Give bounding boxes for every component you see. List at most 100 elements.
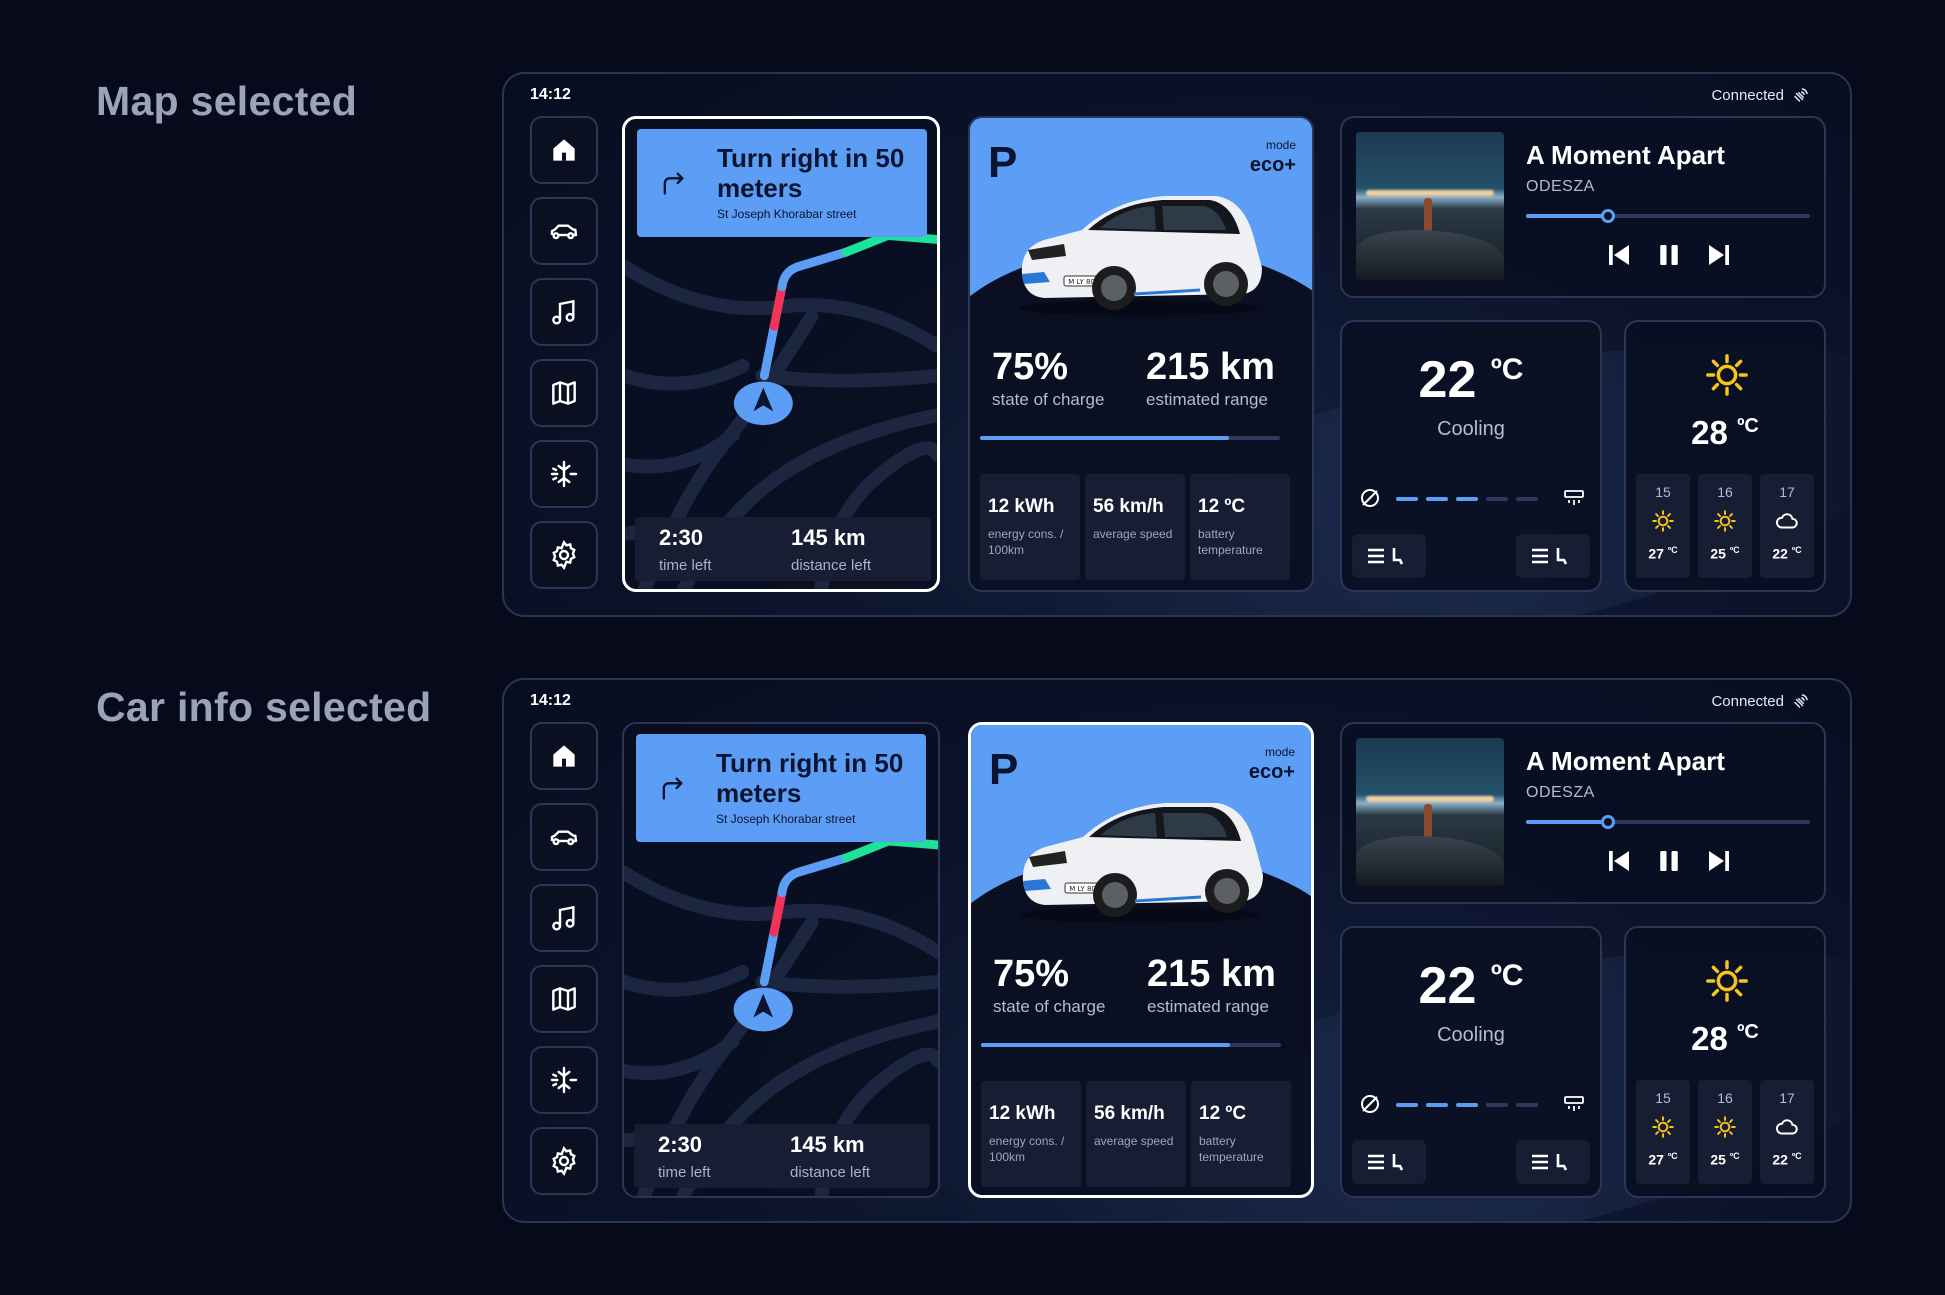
seat-heat-icon <box>1368 1154 1404 1171</box>
fan-level-segment[interactable] <box>1486 1103 1508 1107</box>
cloud-icon <box>1775 1119 1798 1135</box>
car-info-card[interactable]: P mode eco+ M LY 8002 75% state of charg… <box>968 722 1314 1198</box>
next-track-icon[interactable] <box>1704 846 1734 876</box>
dashboard-screen: 14:12 Connected Turn right in 50 meters … <box>502 678 1852 1223</box>
weather-card[interactable]: 28 ºC 15 27 ºC 16 25 ºC 17 22 ºC <box>1624 926 1826 1198</box>
progress-knob[interactable] <box>1601 815 1616 829</box>
fan-level-segment[interactable] <box>1516 497 1538 501</box>
cabin-temperature: 22 ºC <box>1342 956 1600 1016</box>
fan-level-segment[interactable] <box>1426 1103 1448 1107</box>
temperature-unit: ºC <box>1667 1151 1678 1161</box>
nav-climate-button[interactable] <box>530 1046 598 1114</box>
home-icon <box>553 745 575 767</box>
seat-heating-right-button[interactable] <box>1516 534 1590 578</box>
nav-settings-button[interactable] <box>530 521 598 589</box>
forecast-temp-value: 27 <box>1648 1151 1664 1168</box>
nav-car-button[interactable] <box>530 197 598 265</box>
fan-icon[interactable] <box>1562 486 1586 510</box>
nav-music-button[interactable] <box>530 884 598 952</box>
track-progress[interactable] <box>1526 815 1810 829</box>
temperature-unit: ºC <box>1791 545 1802 555</box>
track-title: A Moment Apart <box>1526 140 1725 170</box>
progress-knob[interactable] <box>1601 209 1616 223</box>
fan-level-segment[interactable] <box>1396 1103 1418 1107</box>
mode-label: mode <box>1265 138 1296 152</box>
track-title: A Moment Apart <box>1526 746 1725 776</box>
pause-icon[interactable] <box>1654 846 1684 876</box>
side-nav <box>530 722 598 1208</box>
nav-car-button[interactable] <box>530 803 598 871</box>
distance-left-value: 145 km <box>791 525 866 550</box>
nav-home-button[interactable] <box>530 116 598 184</box>
nav-home-button[interactable] <box>530 722 598 790</box>
track-progress[interactable] <box>1526 209 1810 223</box>
seat-heat-icon <box>1532 1154 1568 1171</box>
charge-value: 75% <box>993 953 1070 995</box>
fan-level-segment[interactable] <box>1456 497 1478 501</box>
cloud-icon <box>1775 513 1798 529</box>
climate-card[interactable]: 22 ºC Cooling <box>1340 320 1602 592</box>
fan-level-segment[interactable] <box>1426 497 1448 501</box>
clock: 14:12 <box>530 692 571 709</box>
distance-left-label: distance left <box>790 1164 871 1181</box>
seat-heating-right-button[interactable] <box>1516 1140 1590 1184</box>
nav-settings-button[interactable] <box>530 1127 598 1195</box>
nav-climate-button[interactable] <box>530 440 598 508</box>
charge-label: state of charge <box>992 390 1105 409</box>
map-card[interactable]: Turn right in 50 meters St Joseph Khorab… <box>622 116 940 592</box>
fan-icon[interactable] <box>1562 1092 1586 1116</box>
forecast-date: 16 <box>1717 484 1733 500</box>
fan-speed-control[interactable] <box>1358 1092 1586 1118</box>
temperature-unit: ºC <box>1490 353 1524 386</box>
stat-value: 12 ºC <box>1199 1103 1247 1124</box>
climate-status: Cooling <box>1437 418 1505 440</box>
fan-speed-control[interactable] <box>1358 486 1586 512</box>
map-card[interactable]: Turn right in 50 meters St Joseph Khorab… <box>622 722 940 1198</box>
car-info-card[interactable]: P mode eco+ M LY 8002 75% state of charg… <box>968 116 1314 592</box>
fan-level-segment[interactable] <box>1396 497 1418 501</box>
outside-temperature: 28 ºC <box>1626 1020 1824 1058</box>
weather-card[interactable]: 28 ºC 15 27 ºC 16 25 ºC 17 22 ºC <box>1624 320 1826 592</box>
charge-value: 75% <box>992 346 1069 388</box>
connected-icon <box>1794 88 1808 102</box>
charge-bar-fill <box>980 436 1229 440</box>
music-player-card[interactable]: A Moment Apart ODESZA <box>1340 722 1826 904</box>
nav-map-button[interactable] <box>530 965 598 1033</box>
music-icon <box>552 299 575 325</box>
forecast-date: 17 <box>1779 1090 1795 1106</box>
energy-consumption-stat: 12 kWh energy cons. / 100km <box>981 1081 1081 1187</box>
stat-label: average speed <box>1094 1134 1174 1148</box>
previous-track-icon[interactable] <box>1604 240 1634 270</box>
music-icon <box>552 905 575 931</box>
music-player-card[interactable]: A Moment Apart ODESZA <box>1340 116 1826 298</box>
temperature-unit: ºC <box>1729 1151 1740 1161</box>
fan-level-segment[interactable] <box>1486 497 1508 501</box>
connection-status: Connected <box>1711 86 1810 104</box>
street-name: St Joseph Khorabar street <box>717 207 857 221</box>
energy-consumption-stat: 12 kWh energy cons. / 100km <box>980 474 1080 580</box>
track-artist: ODESZA <box>1526 784 1595 801</box>
fan-off-icon[interactable] <box>1358 1092 1382 1116</box>
climate-card[interactable]: 22 ºC Cooling <box>1340 926 1602 1198</box>
nav-music-button[interactable] <box>530 278 598 346</box>
nav-map-button[interactable] <box>530 359 598 427</box>
track-progress-fill <box>1526 820 1609 824</box>
forecast-temp-value: 25 <box>1710 545 1726 562</box>
next-track-icon[interactable] <box>1704 240 1734 270</box>
previous-track-icon[interactable] <box>1604 846 1634 876</box>
seat-heating-left-button[interactable] <box>1352 534 1426 578</box>
forecast-date: 15 <box>1655 484 1671 500</box>
fan-off-icon[interactable] <box>1358 486 1382 510</box>
fan-level-segment[interactable] <box>1516 1103 1538 1107</box>
charge-label: state of charge <box>993 997 1106 1016</box>
turn-right-icon <box>663 172 684 195</box>
climate-icon <box>550 1066 578 1094</box>
fan-level-segment[interactable] <box>1456 1103 1478 1107</box>
section-heading: Map selected <box>96 78 358 124</box>
seat-heating-left-button[interactable] <box>1352 1140 1426 1184</box>
forecast-date: 16 <box>1717 1090 1733 1106</box>
forecast-day: 16 25 ºC <box>1698 1080 1752 1184</box>
forecast-temperature: 25 ºC <box>1698 545 1752 562</box>
forecast-temp-value: 25 <box>1710 1151 1726 1168</box>
pause-icon[interactable] <box>1654 240 1684 270</box>
